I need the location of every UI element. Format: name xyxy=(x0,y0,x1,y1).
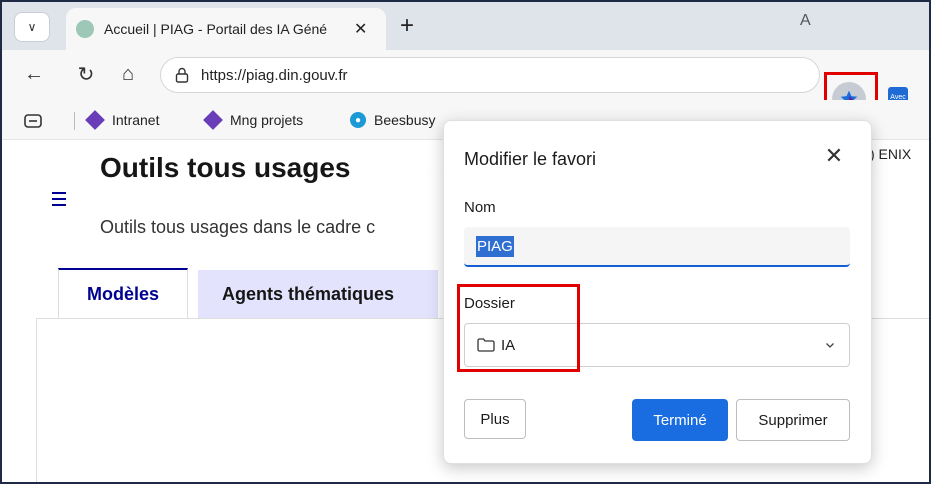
tab-actions-menu-button[interactable]: ∨ xyxy=(14,12,50,42)
chevron-down-icon xyxy=(826,343,834,348)
tab-agents-thematiques[interactable]: Agents thématiques xyxy=(198,270,438,318)
new-tab-button[interactable]: + xyxy=(400,14,414,38)
dialog-title: Modifier le favori xyxy=(464,149,597,169)
delete-button[interactable]: Supprimer xyxy=(736,399,850,441)
more-button[interactable]: Plus xyxy=(464,399,526,439)
bookmark-beesbusy[interactable]: ● Beesbusy xyxy=(350,112,435,128)
name-input-value: PIAG xyxy=(476,235,514,257)
browser-tab[interactable]: Accueil | PIAG - Portail des IA Géné ✕ xyxy=(66,8,386,50)
tab-modeles[interactable]: Modèles xyxy=(58,268,188,318)
address-toolbar: ← ↻ ⌂ https://piag.din.gouv.fr xyxy=(2,50,929,100)
done-button[interactable]: Terminé xyxy=(632,399,728,441)
section-description: Outils tous usages dans le cadre c xyxy=(100,217,376,237)
chevron-down-icon: ∨ xyxy=(27,20,37,34)
bee-icon: ● xyxy=(350,112,366,128)
menu-icon[interactable] xyxy=(52,192,66,210)
address-bar[interactable]: https://piag.din.gouv.fr xyxy=(160,57,820,93)
folder-highlight-frame xyxy=(457,284,580,372)
bookmark-label: Mng projets xyxy=(230,112,304,128)
bookmark-intranet[interactable]: Intranet xyxy=(85,110,160,130)
section-heading: Outils tous usages xyxy=(100,152,351,183)
bookmark-separator xyxy=(74,112,75,130)
tab-title: Accueil | PIAG - Portail des IA Géné xyxy=(104,21,328,37)
tab-strip: ∨ Accueil | PIAG - Portail des IA Géné ✕… xyxy=(2,2,929,50)
close-tab-icon[interactable]: ✕ xyxy=(354,19,367,39)
bookmark-label: Intranet xyxy=(112,112,160,128)
name-input[interactable]: PIAG xyxy=(464,227,850,267)
home-icon[interactable]: ⌂ xyxy=(114,60,142,88)
url-text: https://piag.din.gouv.fr xyxy=(201,66,348,84)
site-info-icon[interactable] xyxy=(175,67,189,83)
bookmark-mng-projets[interactable]: Mng projets xyxy=(203,110,304,130)
reload-icon[interactable]: ↻ xyxy=(72,60,100,88)
diamond-icon xyxy=(203,110,223,130)
read-aloud-icon[interactable]: A xyxy=(800,12,811,30)
close-icon[interactable]: ✕ xyxy=(822,145,846,169)
site-favicon-icon xyxy=(76,20,94,38)
back-icon[interactable]: ← xyxy=(20,60,48,88)
tablet-icon[interactable] xyxy=(24,114,42,128)
name-label: Nom xyxy=(464,199,496,216)
browser-window: ∨ Accueil | PIAG - Portail des IA Géné ✕… xyxy=(0,0,931,484)
bookmark-label: Beesbusy xyxy=(374,112,436,128)
diamond-icon xyxy=(85,110,105,130)
bookmark-overflow-label[interactable]: ) ENIX xyxy=(870,146,911,162)
